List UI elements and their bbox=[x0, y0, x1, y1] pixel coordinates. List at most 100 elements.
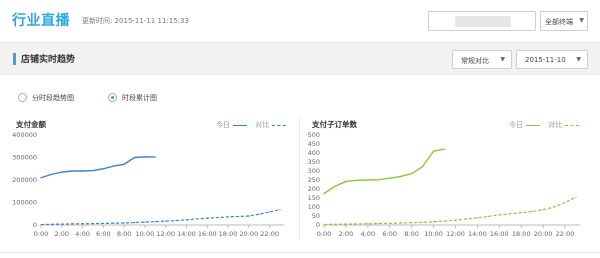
data-point bbox=[334, 185, 336, 187]
data-point bbox=[345, 180, 347, 183]
x-tick-label: 0:00 bbox=[34, 230, 49, 238]
data-point bbox=[113, 165, 115, 167]
section-header: 店铺实时趋势 常规对比 ▼ 2015-11-10 ▼ bbox=[0, 42, 600, 75]
x-tick-label: 4:00 bbox=[361, 230, 376, 238]
legend-swatch bbox=[565, 124, 580, 126]
x-tick-label: 12:00 bbox=[446, 230, 465, 238]
data-point bbox=[123, 163, 125, 165]
sub-orders-chart: 0 50 100 150 200 250 300 350 400 450 500 0:00 2:00 4:… bbox=[300, 128, 595, 244]
data-point bbox=[133, 221, 136, 224]
data-point bbox=[102, 222, 104, 225]
chevron-down-icon: ▼ bbox=[576, 56, 581, 63]
data-point bbox=[367, 223, 369, 225]
date-select-value: 2015-11-10 bbox=[525, 56, 566, 64]
x-tick-label: 14:00 bbox=[468, 230, 487, 238]
legend-swatch bbox=[526, 124, 540, 126]
legend-swatch bbox=[272, 124, 287, 126]
section-title: 店铺实时趋势 bbox=[21, 55, 76, 65]
data-point bbox=[334, 223, 336, 225]
data-point bbox=[196, 218, 198, 220]
data-point bbox=[206, 217, 208, 219]
data-point bbox=[50, 173, 52, 175]
data-point bbox=[154, 156, 156, 158]
terminal-select[interactable]: 全部终端 ▼ bbox=[540, 11, 588, 31]
radio-button-selected[interactable] bbox=[108, 93, 117, 102]
data-point bbox=[269, 211, 271, 213]
data-point bbox=[81, 170, 84, 172]
x-tick-label: 22:00 bbox=[556, 230, 575, 238]
data-point bbox=[61, 171, 63, 173]
chevron-down-icon: ▼ bbox=[500, 56, 505, 63]
data-point bbox=[389, 177, 391, 179]
y-tick-label: 250 bbox=[308, 176, 320, 184]
data-point bbox=[432, 221, 435, 223]
x-tick-label: 22:00 bbox=[260, 230, 279, 238]
data-point bbox=[498, 214, 500, 216]
data-point bbox=[123, 222, 125, 224]
x-tick-label: 8:00 bbox=[404, 230, 419, 238]
data-point bbox=[443, 148, 446, 150]
data-point bbox=[400, 222, 402, 224]
compare-select[interactable]: 常规对比 ▼ bbox=[452, 50, 512, 69]
data-point bbox=[509, 213, 511, 215]
data-point bbox=[411, 222, 413, 224]
data-point bbox=[258, 213, 260, 215]
y-tick-label: 450 bbox=[308, 140, 320, 148]
y-tick-label: 200000 bbox=[12, 176, 37, 184]
data-point bbox=[432, 150, 435, 152]
data-point bbox=[144, 221, 146, 223]
data-point bbox=[40, 223, 42, 226]
x-tick-label: 16:00 bbox=[198, 230, 217, 238]
y-tick-label: 350 bbox=[308, 158, 320, 166]
update-time: 更新时间: 2015-11-11 11:15:33 bbox=[82, 17, 189, 25]
blurred-text bbox=[455, 16, 511, 27]
data-point bbox=[378, 222, 380, 225]
data-point bbox=[553, 206, 555, 208]
shop-search-input[interactable] bbox=[428, 11, 536, 31]
data-point bbox=[356, 179, 358, 181]
x-tick-label: 4:00 bbox=[75, 230, 90, 238]
compare-select-value: 常规对比 bbox=[461, 57, 489, 65]
terminal-select-value: 全部终端 bbox=[545, 18, 573, 26]
data-point bbox=[367, 179, 369, 181]
data-point bbox=[389, 222, 391, 224]
x-tick-label: 12:00 bbox=[156, 230, 175, 238]
top-bar: 行业直播 更新时间: 2015-11-11 11:15:33 全部终端 ▼ bbox=[0, 0, 600, 42]
data-point bbox=[71, 223, 73, 225]
y-tick-label: 300 bbox=[308, 167, 320, 175]
data-point bbox=[356, 223, 358, 225]
chart-svg: 050100150200250300350400450500 0:00 2:00 4:… bbox=[308, 131, 580, 238]
data-point bbox=[323, 223, 325, 226]
x-tick-label: 0:00 bbox=[317, 230, 332, 238]
x-tick-label: 18:00 bbox=[512, 230, 531, 238]
data-point bbox=[113, 222, 115, 224]
x-tick-label: 16:00 bbox=[490, 230, 509, 238]
x-tick-label: 2:00 bbox=[54, 230, 69, 238]
x-tick-label: 18:00 bbox=[219, 230, 238, 238]
data-point bbox=[227, 216, 229, 218]
data-point bbox=[279, 209, 281, 211]
radio-label: 时段累计图 bbox=[122, 94, 157, 102]
today-series-line bbox=[323, 148, 445, 195]
data-point bbox=[400, 175, 402, 177]
data-point bbox=[217, 216, 219, 219]
data-point bbox=[323, 192, 325, 195]
data-point bbox=[487, 215, 489, 217]
x-tick-label: 6:00 bbox=[96, 230, 111, 238]
compare-series-line bbox=[323, 196, 577, 226]
data-point bbox=[542, 209, 544, 211]
bottom-border bbox=[0, 252, 600, 253]
x-tick-label: 10:00 bbox=[136, 230, 155, 238]
data-point bbox=[92, 169, 94, 172]
data-point bbox=[575, 196, 577, 198]
y-tick-label: 400000 bbox=[12, 131, 37, 139]
y-tick-label: 100 bbox=[308, 203, 320, 211]
y-tick-label: 100000 bbox=[12, 199, 37, 207]
radio-button[interactable] bbox=[18, 93, 27, 102]
legend-swatch bbox=[233, 124, 247, 126]
x-tick-label: 20:00 bbox=[239, 230, 258, 238]
date-select[interactable]: 2015-11-10 ▼ bbox=[516, 50, 588, 69]
data-point bbox=[531, 210, 533, 213]
data-point bbox=[92, 223, 94, 225]
data-point bbox=[81, 223, 84, 225]
